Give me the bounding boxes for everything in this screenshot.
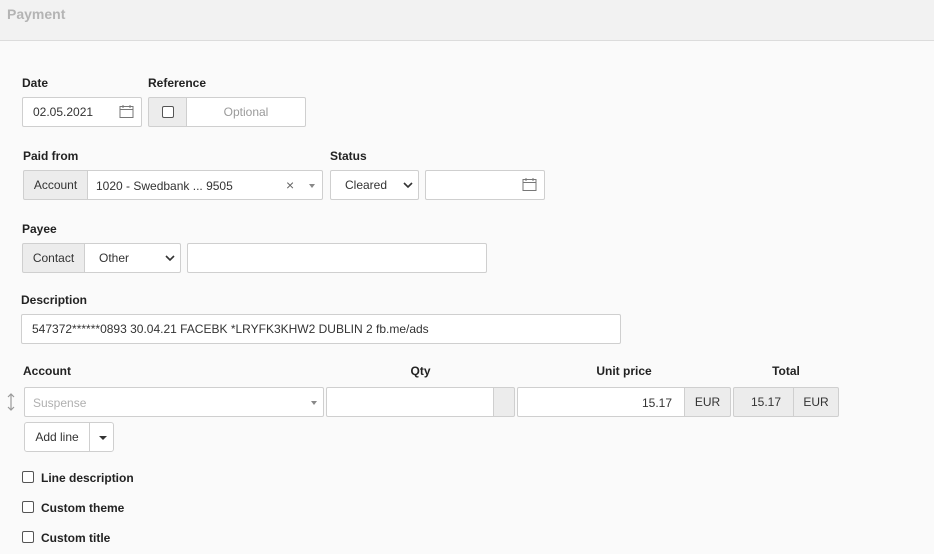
line-description-label[interactable]: Line description (41, 471, 134, 485)
line-qty-input[interactable] (326, 387, 494, 417)
account-column-header: Account (23, 364, 71, 378)
custom-theme-checkbox[interactable] (22, 501, 34, 513)
reference-input[interactable]: Optional (186, 97, 306, 127)
total-column-header: Total (772, 364, 800, 378)
line-total-value: 15.17 (733, 387, 794, 417)
status-select[interactable]: Cleared (330, 170, 419, 200)
custom-theme-label[interactable]: Custom theme (41, 501, 124, 515)
description-label: Description (21, 293, 88, 307)
line-description-checkbox[interactable] (22, 471, 34, 483)
line-total-currency: EUR (793, 387, 839, 417)
qty-column-header: Qty (410, 364, 431, 378)
status-label: Status (330, 149, 367, 163)
chevron-down-icon (403, 182, 413, 189)
reference-label: Reference (148, 76, 207, 90)
reference-toggle[interactable] (148, 97, 187, 127)
line-unit-price-value: 15.17 (641, 396, 672, 410)
date-input[interactable]: 02.05.2021 (22, 97, 142, 127)
custom-title-checkbox[interactable] (22, 531, 34, 543)
payee-type-value: Other (99, 251, 130, 265)
calendar-icon[interactable] (119, 104, 134, 119)
line-account-select[interactable]: Suspense (24, 387, 324, 417)
unit-price-column-header: Unit price (596, 364, 652, 378)
status-date-input[interactable] (425, 170, 545, 200)
description-value: 547372******0893 30.04.21 FACEBK *LRYFK3… (32, 322, 429, 336)
clear-icon[interactable]: × (286, 177, 294, 193)
paid-from-addon: Account (23, 170, 88, 200)
payee-label: Payee (22, 222, 57, 236)
payee-addon: Contact (22, 243, 85, 273)
paid-from-select[interactable]: 1020 - Swedbank ... 9505 × (87, 170, 323, 200)
line-unit-currency: EUR (684, 387, 731, 417)
add-line-button[interactable]: Add line (24, 422, 90, 452)
reference-checkbox[interactable] (161, 106, 174, 118)
date-label: Date (22, 76, 49, 90)
date-value: 02.05.2021 (33, 105, 94, 119)
chevron-down-icon (311, 401, 317, 405)
payee-type-select[interactable]: Other (84, 243, 181, 273)
paid-from-value: 1020 - Swedbank ... 9505 (96, 179, 233, 193)
caret-down-icon (99, 436, 107, 440)
payee-name-input[interactable] (187, 243, 487, 273)
status-value: Cleared (345, 178, 388, 192)
description-input[interactable]: 547372******0893 30.04.21 FACEBK *LRYFK3… (21, 314, 621, 344)
line-unit-price-input[interactable]: 15.17 (517, 387, 685, 417)
paid-from-label: Paid from (23, 149, 79, 163)
custom-title-label[interactable]: Custom title (41, 531, 110, 545)
line-account-placeholder: Suspense (33, 396, 87, 410)
line-qty-addon (493, 387, 515, 417)
chevron-down-icon (309, 184, 315, 188)
page-title: Payment (7, 6, 66, 22)
calendar-icon[interactable] (522, 177, 537, 192)
drag-handle-icon[interactable] (5, 392, 17, 412)
chevron-down-icon (165, 255, 175, 262)
add-line-label: Add line (35, 430, 79, 444)
reference-placeholder: Optional (223, 105, 269, 119)
add-line-dropdown[interactable] (89, 422, 114, 452)
page-header: Payment (0, 0, 934, 41)
